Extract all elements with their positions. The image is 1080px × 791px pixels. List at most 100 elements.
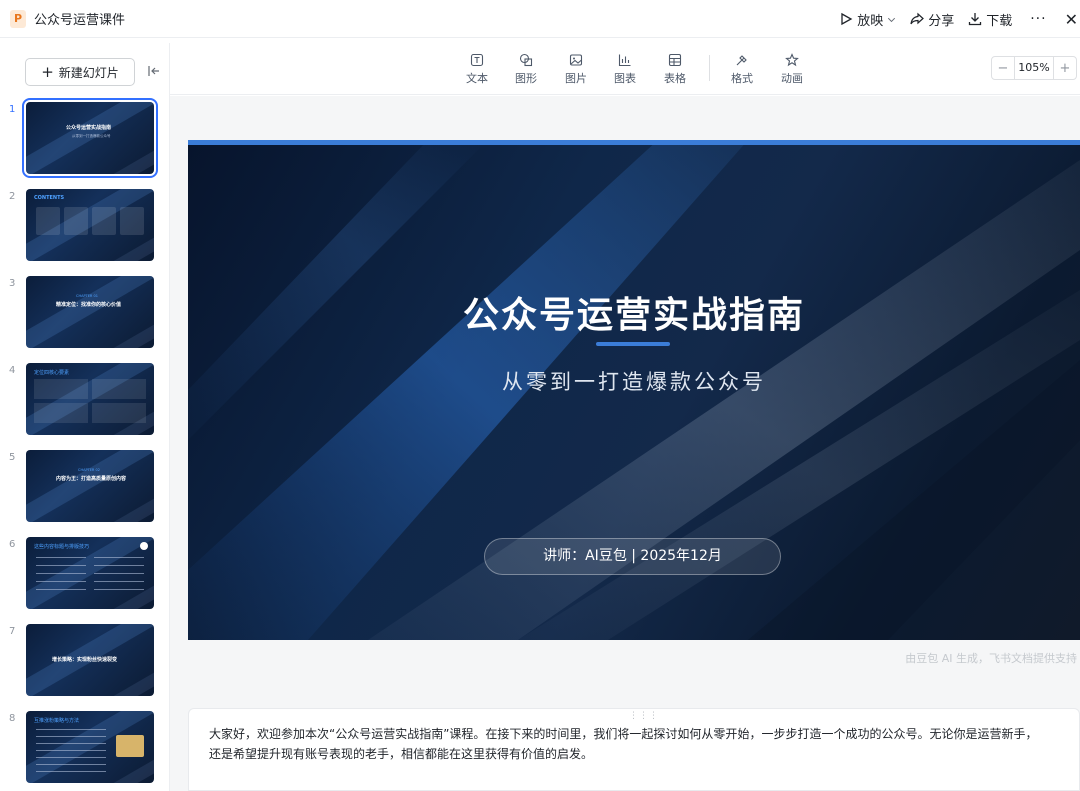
- slide-sidebar: + 新建幻灯片 1 公众号运营实战指南 从零到一打造爆款公众号 2 CONTEN…: [0, 43, 170, 791]
- share-label: 分享: [928, 13, 955, 29]
- thumb-card: [64, 207, 88, 235]
- slide-thumbnail-7[interactable]: 7 增长策略：实现粉丝快速裂变: [0, 621, 170, 697]
- slide-thumbnail-5[interactable]: 5 CHAPTER 02 内容为王：打造高质量原创内容: [0, 447, 170, 523]
- slide-speaker-pill[interactable]: 讲师：AI豆包 | 2025年12月: [484, 538, 781, 575]
- app-logo-icon: P: [10, 10, 26, 28]
- thumb-title: 增长策略：实现粉丝快速裂变: [52, 657, 118, 663]
- zoom-out-button[interactable]: −: [992, 61, 1014, 76]
- shape-label: 图形: [515, 72, 537, 85]
- insert-text-button[interactable]: 文本: [457, 53, 497, 86]
- slide-thumbnail-image: 这些内容标题与排版技巧: [26, 537, 154, 609]
- share-icon: [910, 12, 925, 25]
- slide-thumbnail-2[interactable]: 2 CONTENTS: [0, 186, 170, 262]
- thumb-lines: [94, 557, 144, 597]
- insert-table-button[interactable]: 表格: [655, 53, 695, 86]
- slide-canvas: 公众号运营实战指南 从零到一打造爆款公众号 讲师：AI豆包 | 2025年12月…: [170, 96, 1080, 791]
- slide-number: 3: [9, 278, 16, 289]
- animation-label: 动画: [781, 72, 803, 85]
- thumb-card: [92, 403, 146, 423]
- slide-thumbnail-image: 增长策略：实现粉丝快速裂变: [26, 624, 154, 696]
- thumb-title: 互推涨粉策略与方法: [34, 718, 80, 724]
- slide-thumbnail-image: CONTENTS: [26, 189, 154, 261]
- thumb-illustration: [116, 735, 144, 757]
- chevron-down-icon: [888, 17, 896, 22]
- top-actions: 放映 分享 下载 ··· ✕: [825, 0, 1080, 38]
- thumb-card: [120, 207, 144, 235]
- new-slide-label: 新建幻灯片: [58, 65, 119, 80]
- thumb-lines: [36, 557, 86, 597]
- slide-top-accent-bar: [188, 140, 1080, 145]
- play-label: 放映: [857, 13, 884, 29]
- thumb-dot: [140, 542, 148, 550]
- slide-thumbnail-image: CHAPTER 01 精准定位：找准你的核心价值: [26, 276, 154, 348]
- slide-thumbnail-3[interactable]: 3 CHAPTER 01 精准定位：找准你的核心价值: [0, 273, 170, 349]
- slide-number: 8: [9, 713, 16, 724]
- slide-thumbnail-1[interactable]: 1 公众号运营实战指南 从零到一打造爆款公众号: [0, 98, 170, 178]
- ai-generated-watermark: 由豆包 AI 生成，飞书文档提供支持: [905, 652, 1077, 665]
- top-bar: P 公众号运营课件 放映 分享 下载 ··· ✕: [0, 0, 1080, 38]
- toolbar-divider: [709, 55, 710, 81]
- thumb-title: 精准定位：找准你的核心价值: [56, 302, 122, 308]
- thumb-subtitle: 从零到一打造爆款公众号: [72, 134, 111, 138]
- slide-thumbnail-8[interactable]: 8 互推涨粉策略与方法: [0, 708, 170, 784]
- slide-subtitle[interactable]: 从零到一打造爆款公众号: [188, 366, 1080, 396]
- editor-toolbar: 文本 图形 图片 图表 表格 格式 动画 − 105% +: [170, 43, 1080, 95]
- zoom-in-button[interactable]: +: [1054, 61, 1076, 76]
- format-label: 格式: [731, 72, 753, 85]
- current-slide[interactable]: 公众号运营实战指南 从零到一打造爆款公众号 讲师：AI豆包 | 2025年12月: [188, 140, 1080, 640]
- play-button[interactable]: 放映: [839, 10, 896, 29]
- slide-number: 2: [9, 191, 16, 202]
- animation-button[interactable]: 动画: [772, 53, 812, 86]
- chart-label: 图表: [614, 72, 636, 85]
- thumb-card: [34, 403, 88, 423]
- thumb-title: CONTENTS: [34, 195, 65, 201]
- speaker-notes-panel: ⋮⋮⋮ 大家好，欢迎参加本次“公众号运营实战指南”课程。在接下来的时间里，我们将…: [188, 708, 1080, 791]
- table-label: 表格: [664, 72, 686, 85]
- insert-shape-button[interactable]: 图形: [506, 53, 546, 86]
- speaker-notes-text[interactable]: 大家好，欢迎参加本次“公众号运营实战指南”课程。在接下来的时间里，我们将一起探讨…: [209, 724, 1049, 764]
- plus-icon: +: [41, 62, 54, 81]
- slide-title-divider: [596, 342, 670, 346]
- zoom-level[interactable]: 105%: [1014, 57, 1054, 79]
- format-button[interactable]: 格式: [722, 53, 762, 86]
- collapse-sidebar-icon[interactable]: [147, 64, 161, 78]
- thumb-chapter: CHAPTER 02: [78, 468, 100, 472]
- insert-image-button[interactable]: 图片: [556, 53, 596, 86]
- download-label: 下载: [986, 13, 1013, 29]
- zoom-control: − 105% +: [991, 56, 1077, 80]
- slide-number: 7: [9, 626, 16, 637]
- slide-thumbnail-image: CHAPTER 02 内容为王：打造高质量原创内容: [26, 450, 154, 522]
- document-title[interactable]: 公众号运营课件: [34, 9, 125, 28]
- slide-thumbnail-image: 公众号运营实战指南 从零到一打造爆款公众号: [22, 98, 158, 178]
- chart-icon: [618, 54, 631, 67]
- slide-thumbnail-image: 定位四核心要素: [26, 363, 154, 435]
- play-icon: [841, 12, 853, 26]
- slide-number: 6: [9, 539, 16, 550]
- image-label: 图片: [565, 72, 587, 85]
- slide-thumbnail-4[interactable]: 4 定位四核心要素: [0, 360, 170, 436]
- slide-number: 1: [9, 104, 16, 115]
- share-button[interactable]: 分享: [910, 10, 954, 29]
- shape-icon: [519, 53, 533, 67]
- slide-title[interactable]: 公众号运营实战指南: [188, 286, 1080, 338]
- thumb-title: 内容为王：打造高质量原创内容: [56, 476, 127, 482]
- animation-star-icon: [785, 53, 799, 67]
- image-icon: [569, 54, 583, 66]
- close-button[interactable]: ✕: [1065, 10, 1078, 29]
- text-label: 文本: [466, 72, 488, 85]
- new-slide-button[interactable]: + 新建幻灯片: [25, 58, 135, 86]
- text-icon: [470, 53, 484, 67]
- table-icon: [668, 53, 682, 67]
- thumb-title: 定位四核心要素: [34, 370, 70, 376]
- slide-number: 4: [9, 365, 16, 376]
- thumb-card: [92, 207, 116, 235]
- insert-chart-button[interactable]: 图表: [605, 53, 645, 86]
- download-button[interactable]: 下载: [968, 10, 1012, 29]
- drag-handle-icon[interactable]: ⋮⋮⋮: [629, 711, 659, 721]
- slide-thumbnail-6[interactable]: 6 这些内容标题与排版技巧: [0, 534, 170, 610]
- thumb-card: [36, 207, 60, 235]
- format-brush-icon: [736, 55, 747, 66]
- slide-number: 5: [9, 452, 16, 463]
- more-menu-button[interactable]: ···: [1030, 11, 1046, 27]
- thumb-card: [34, 379, 88, 399]
